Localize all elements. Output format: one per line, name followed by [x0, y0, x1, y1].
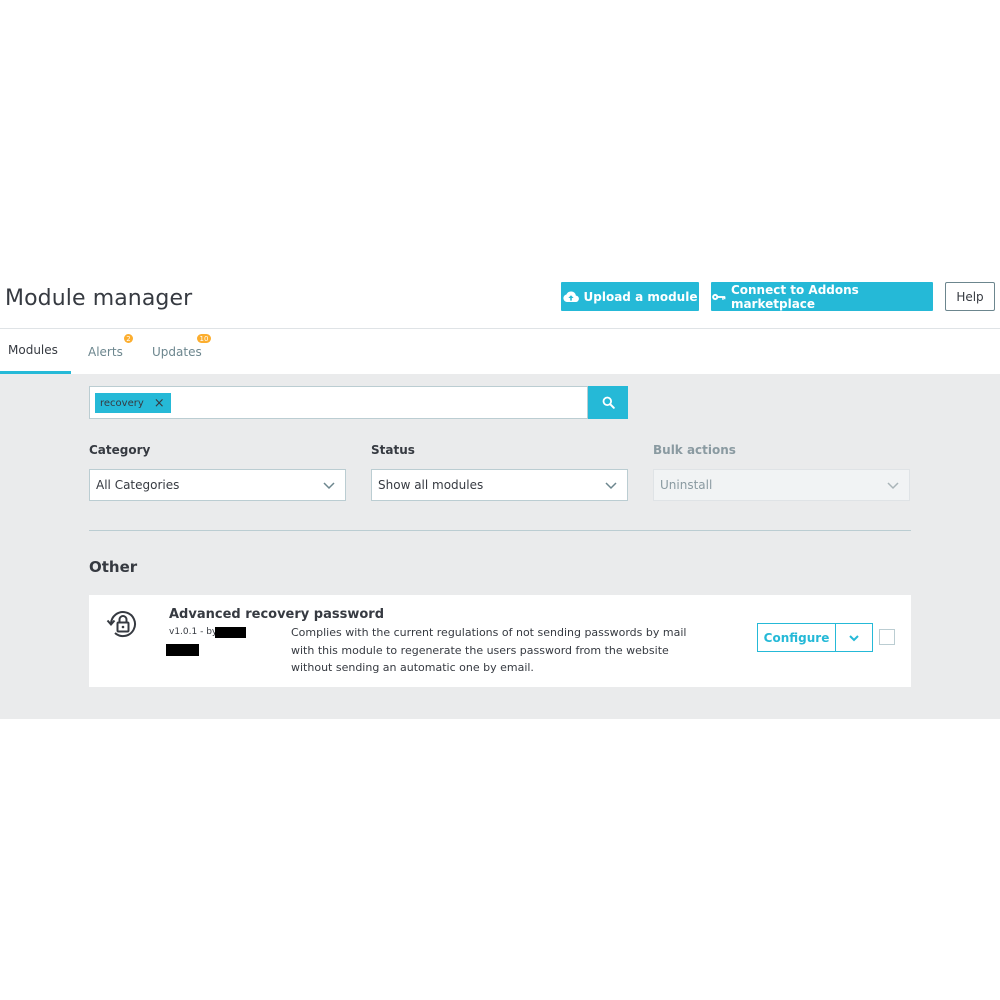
- bulk-actions-select[interactable]: Uninstall: [653, 469, 910, 501]
- status-select[interactable]: Show all modules: [371, 469, 628, 501]
- category-section-title: Other: [89, 558, 138, 576]
- search-input[interactable]: recovery ×: [89, 386, 588, 419]
- search-icon: [602, 396, 615, 409]
- chevron-down-icon: [849, 634, 859, 641]
- tab-alerts[interactable]: Alerts 2: [88, 329, 133, 374]
- search-tag-label: recovery: [100, 397, 144, 409]
- configure-button[interactable]: Configure: [757, 623, 836, 652]
- module-name: Advanced recovery password: [169, 607, 385, 622]
- cloud-upload-icon: [562, 291, 579, 302]
- category-value: All Categories: [96, 478, 180, 492]
- category-select[interactable]: All Categories: [89, 469, 346, 501]
- module-card: Advanced recovery password v1.0.1 - by C…: [89, 595, 911, 687]
- tab-alerts-label: Alerts: [88, 344, 123, 359]
- upload-module-label: Upload a module: [583, 289, 698, 304]
- search-tag: recovery ×: [95, 393, 171, 413]
- bulk-actions-value: Uninstall: [660, 478, 713, 492]
- redacted-author-line: [166, 644, 199, 656]
- remove-tag-icon[interactable]: ×: [154, 397, 165, 410]
- upload-module-button[interactable]: Upload a module: [561, 282, 699, 311]
- module-select-checkbox[interactable]: [879, 629, 895, 645]
- chevron-down-icon: [887, 482, 899, 490]
- tab-updates-label: Updates: [152, 344, 202, 359]
- key-icon: [712, 293, 726, 300]
- chevron-down-icon: [605, 482, 617, 490]
- page-title: Module manager: [5, 286, 193, 311]
- connect-addons-button[interactable]: Connect to Addons marketplace: [711, 282, 933, 311]
- tab-updates[interactable]: Updates 10: [152, 329, 211, 374]
- tab-modules[interactable]: Modules: [0, 329, 71, 374]
- tab-bar: Modules Alerts 2 Updates 10: [0, 329, 1000, 374]
- help-button[interactable]: Help: [945, 282, 995, 311]
- module-version: v1.0.1 - by: [169, 627, 218, 637]
- connect-addons-label: Connect to Addons marketplace: [730, 282, 859, 311]
- lock-reset-icon: [106, 611, 136, 638]
- tab-modules-label: Modules: [8, 343, 58, 357]
- search-button[interactable]: [588, 386, 628, 419]
- status-label: Status: [371, 443, 415, 457]
- status-value: Show all modules: [378, 478, 484, 492]
- divider: [89, 530, 911, 531]
- module-list-panel: recovery × Category All Categories Statu…: [0, 374, 1000, 719]
- module-actions-dropdown[interactable]: [835, 623, 873, 652]
- chevron-down-icon: [323, 482, 335, 490]
- bulk-actions-label: Bulk actions: [653, 443, 736, 457]
- module-description: Complies with the current regulations of…: [291, 626, 687, 674]
- page-header: Module manager Upload a module Connect t…: [0, 280, 1000, 329]
- redacted-author: [215, 627, 246, 638]
- updates-count-badge: 10: [197, 334, 211, 343]
- category-label: Category: [89, 443, 151, 457]
- alerts-count-badge: 2: [124, 334, 133, 343]
